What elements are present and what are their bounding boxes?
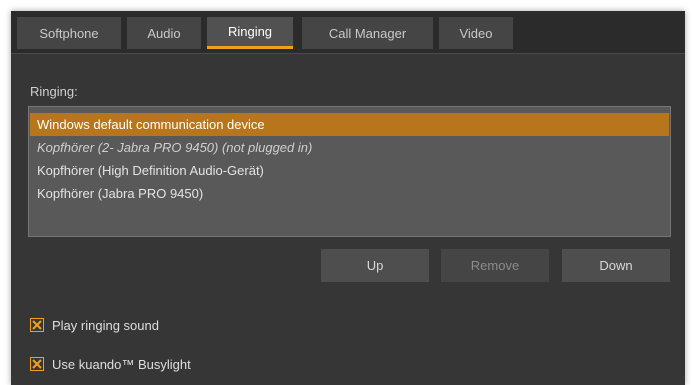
ringing-section-label: Ringing: [30,84,78,99]
up-button[interactable]: Up [321,249,429,282]
play-ringing-sound-checkbox[interactable] [30,318,44,332]
tab-audio[interactable]: Audio [127,17,201,49]
tab-bar: Softphone Audio Ringing Call Manager Vid… [11,11,685,54]
tab-ringing[interactable]: Ringing [207,17,293,49]
list-item[interactable]: Kopfhörer (2- Jabra PRO 9450) (not plugg… [30,136,669,159]
list-item[interactable]: Kopfhörer (High Definition Audio-Gerät) [30,159,669,182]
list-item[interactable]: Windows default communication device [30,113,669,136]
use-busylight-checkbox[interactable] [30,357,44,371]
settings-window: Softphone Audio Ringing Call Manager Vid… [11,11,685,385]
remove-button[interactable]: Remove [441,249,549,282]
check-x-icon [32,320,42,330]
use-busylight-option[interactable]: Use kuando™ Busylight [30,354,191,374]
tab-video[interactable]: Video [439,17,513,49]
play-ringing-sound-option[interactable]: Play ringing sound [30,315,159,335]
use-busylight-label: Use kuando™ Busylight [52,356,191,372]
ringing-device-list[interactable]: Windows default communication device Kop… [28,106,671,237]
tab-softphone[interactable]: Softphone [17,17,121,49]
play-ringing-sound-label: Play ringing sound [52,317,159,333]
check-x-icon [32,359,42,369]
list-item[interactable]: Kopfhörer (Jabra PRO 9450) [30,182,669,205]
down-button[interactable]: Down [562,249,670,282]
tab-call-manager[interactable]: Call Manager [302,17,433,49]
